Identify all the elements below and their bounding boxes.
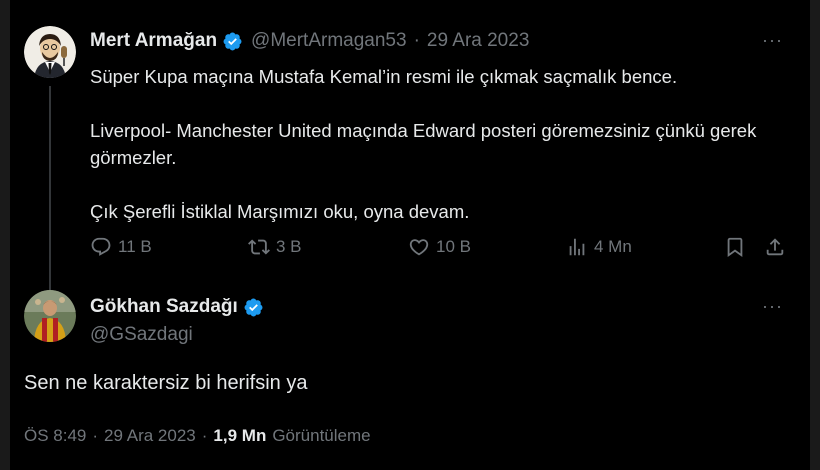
author-name[interactable]: Gökhan Sazdağı	[90, 296, 238, 318]
bookmark-icon	[727, 237, 743, 258]
separator-dot: ·	[413, 30, 420, 51]
tweet-time[interactable]: ÖS 8:49	[24, 426, 86, 446]
retweet-button[interactable]: 3 B	[248, 236, 302, 258]
verified-badge-icon	[222, 31, 243, 52]
avatar-gokhan[interactable]	[24, 290, 76, 342]
views-button[interactable]: 4 Mn	[566, 236, 632, 258]
retweet-icon	[248, 239, 270, 255]
reply-count: 11 B	[118, 237, 152, 256]
tweet-paragraph: Süper Kupa maçına Mustafa Kemal’in resmi…	[90, 66, 678, 87]
views-count[interactable]: 1,9 Mn	[213, 426, 266, 446]
separator-dot: ·	[201, 426, 208, 445]
views-count: 4 Mn	[594, 237, 632, 256]
window-frame-left	[0, 0, 10, 470]
tweet-meta: ÖS 8:49 · 29 Ara 2023 · 1,9 Mn Görüntüle…	[24, 426, 371, 446]
share-icon	[766, 238, 784, 256]
tweet-date[interactable]: 29 Ara 2023	[104, 426, 196, 446]
thread-connector-line	[49, 86, 51, 306]
retweet-count: 3 B	[276, 237, 302, 256]
author-handle[interactable]: @MertArmagan53	[251, 30, 407, 52]
avatar-mert[interactable]	[24, 26, 76, 78]
tweet-text: Sen ne karaktersiz bi herifsin ya	[24, 372, 308, 394]
tweet-header: Mert Armağan @MertArmagan53 · 29 Ara 202…	[90, 30, 790, 52]
tweet-paragraph: Liverpool- Manchester United maçında Edw…	[90, 120, 757, 168]
like-button[interactable]: 10 B	[408, 236, 471, 258]
more-icon[interactable]: ···	[762, 30, 783, 51]
bookmark-button[interactable]	[724, 236, 752, 258]
author-name[interactable]: Mert Armağan	[90, 30, 217, 52]
tweet-text: Süper Kupa maçına Mustafa Kemal’in resmi…	[90, 63, 790, 225]
heart-icon	[409, 239, 429, 256]
verified-badge-icon	[243, 297, 264, 318]
author-handle[interactable]: @GSazdagi	[90, 324, 193, 346]
like-count: 10 B	[436, 237, 471, 256]
reply-button[interactable]: 11 B	[90, 236, 152, 258]
views-icon	[569, 238, 585, 256]
tweet-date[interactable]: 29 Ara 2023	[427, 30, 529, 52]
share-button[interactable]	[764, 236, 792, 258]
separator-dot: ·	[92, 426, 99, 445]
views-label: Görüntüleme	[272, 426, 371, 445]
tweet-header: Gökhan Sazdağı	[90, 296, 272, 318]
more-icon[interactable]: ···	[762, 296, 783, 317]
tweet-action-bar: 11 B 3 B 10 B 4 Mn	[90, 236, 790, 262]
tweet-paragraph: Çık Şerefli İstiklal Marşımızı oku, oyna…	[90, 201, 470, 222]
reply-icon	[91, 237, 111, 256]
window-frame-right	[810, 0, 820, 470]
